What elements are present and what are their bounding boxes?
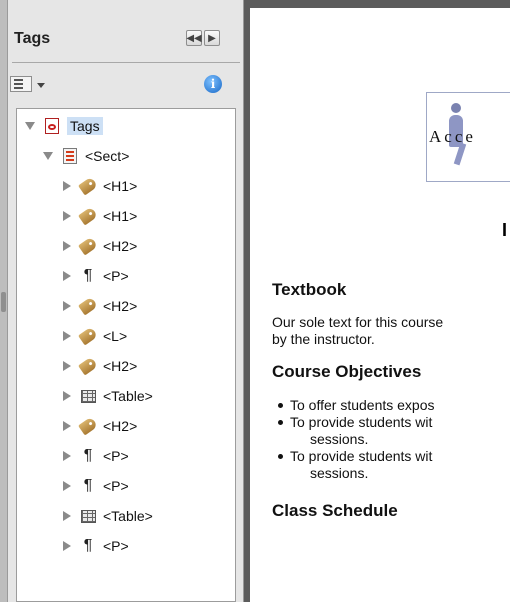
tree-item-label: <P> (103, 448, 129, 464)
table-icon (80, 509, 96, 523)
options-menu-button[interactable] (10, 76, 45, 92)
tree-item-label: <P> (103, 478, 129, 494)
logo: Acce (426, 92, 510, 182)
paragraph-icon: ¶ (83, 267, 93, 284)
tag-icon (78, 296, 98, 316)
disclosure-collapsed-icon[interactable] (63, 301, 71, 311)
list-item-continuation: sessions. (310, 465, 369, 481)
disclosure-collapsed-icon[interactable] (63, 241, 71, 251)
tree-item-label: <Sect> (85, 148, 130, 164)
disclosure-collapsed-icon[interactable] (63, 391, 71, 401)
info-icon[interactable]: i (204, 75, 222, 93)
tree-item[interactable]: ¶ <P> (63, 265, 129, 287)
tree-item-label: <H2> (103, 238, 138, 254)
expand-right-icon[interactable]: ▶ (204, 30, 220, 46)
tree-item-label: <P> (103, 538, 129, 554)
panel-header: Tags ◀◀ ▶ (8, 18, 244, 58)
section-icon (63, 148, 77, 164)
tree-item-label: <H1> (103, 208, 138, 224)
tree-item-label: <L> (103, 328, 128, 344)
tree-item-label: <H2> (103, 418, 138, 434)
disclosure-collapsed-icon[interactable] (63, 511, 71, 521)
tree-item[interactable]: <H2> (63, 355, 137, 377)
tags-panel: Tags ◀◀ ▶ i Tags <Sect> <H1> <H1> <H2> ¶… (8, 0, 244, 602)
tree-item[interactable]: <Table> (63, 505, 153, 527)
paragraph-icon: ¶ (83, 537, 93, 554)
list-item: To offer students expos (278, 397, 435, 414)
tree-item[interactable]: <L> (63, 325, 127, 347)
tree-item[interactable]: <H1> (63, 205, 137, 227)
tree-item[interactable]: ¶ <P> (63, 475, 129, 497)
disclosure-collapsed-icon[interactable] (63, 421, 71, 431)
disclosure-collapsed-icon[interactable] (63, 331, 71, 341)
list-item-continuation: sessions. (310, 431, 369, 447)
collapse-left-icon[interactable]: ◀◀ (186, 30, 202, 46)
acrobat-window: Tags ◀◀ ▶ i Tags <Sect> <H1> <H1> <H2> ¶… (0, 0, 510, 602)
tag-icon (78, 176, 98, 196)
disclosure-collapsed-icon[interactable] (63, 211, 71, 221)
tree-item-label: <H2> (103, 358, 138, 374)
tree-item[interactable]: <Table> (63, 385, 153, 407)
chevron-down-icon (37, 83, 45, 88)
disclosure-collapsed-icon[interactable] (63, 361, 71, 371)
tree-item[interactable]: ¶ <P> (63, 445, 129, 467)
panel-toolbar: i (8, 72, 244, 96)
tree-item-label: <P> (103, 268, 129, 284)
paragraph-icon: ¶ (83, 447, 93, 464)
tree-item-label: <Table> (103, 388, 153, 404)
tree-item-sect[interactable]: <Sect> (43, 145, 129, 167)
objectives-heading: Course Objectives (272, 362, 422, 381)
disclosure-collapsed-icon[interactable] (63, 181, 71, 191)
textbook-heading: Textbook (272, 280, 347, 299)
list-item: To provide students wit (278, 448, 432, 465)
list-item: To provide students wit (278, 414, 432, 431)
disclosure-collapsed-icon[interactable] (63, 541, 71, 551)
tree-item-label: <H1> (103, 178, 138, 194)
panel-title: Tags (14, 30, 51, 47)
disclosure-collapsed-icon[interactable] (63, 451, 71, 461)
tree-item[interactable]: <H2> (63, 295, 137, 317)
tree-root-tags[interactable]: Tags (25, 115, 103, 137)
table-icon (80, 389, 96, 403)
tags-tree[interactable]: Tags <Sect> <H1> <H1> <H2> ¶ <P> <H2> <L… (16, 108, 236, 602)
logo-text: Acce (429, 127, 476, 146)
disclosure-collapsed-icon[interactable] (63, 481, 71, 491)
tree-item[interactable]: <H2> (63, 415, 137, 437)
tree-root-label: Tags (67, 117, 103, 135)
schedule-heading: Class Schedule (272, 501, 398, 520)
disclosure-collapsed-icon[interactable] (63, 271, 71, 281)
tag-icon (78, 206, 98, 226)
tree-item-label: <H2> (103, 298, 138, 314)
pane-resize-handle[interactable] (1, 292, 6, 312)
tag-icon (78, 356, 98, 376)
document-area: Acce I Textbook Our sole text for this c… (244, 0, 510, 602)
pdf-document-icon (45, 118, 59, 134)
navigation-pane-strip[interactable] (0, 0, 8, 602)
textbook-text-line: by the instructor. (272, 331, 375, 347)
disclosure-expanded-icon[interactable] (43, 152, 53, 160)
tag-icon (78, 326, 98, 346)
tree-item-label: <Table> (103, 508, 153, 524)
tag-icon (78, 416, 98, 436)
tree-item[interactable]: <H2> (63, 235, 137, 257)
paragraph-icon: ¶ (83, 477, 93, 494)
tree-item[interactable]: ¶ <P> (63, 535, 129, 557)
tag-icon (78, 236, 98, 256)
document-page[interactable]: Acce I Textbook Our sole text for this c… (250, 8, 510, 602)
panel-divider (12, 62, 240, 63)
textbook-text-line: Our sole text for this course (272, 314, 444, 330)
page-heading-fragment: I (502, 220, 508, 240)
options-menu-icon (14, 79, 23, 91)
disclosure-expanded-icon[interactable] (25, 122, 35, 130)
tree-item[interactable]: <H1> (63, 175, 137, 197)
